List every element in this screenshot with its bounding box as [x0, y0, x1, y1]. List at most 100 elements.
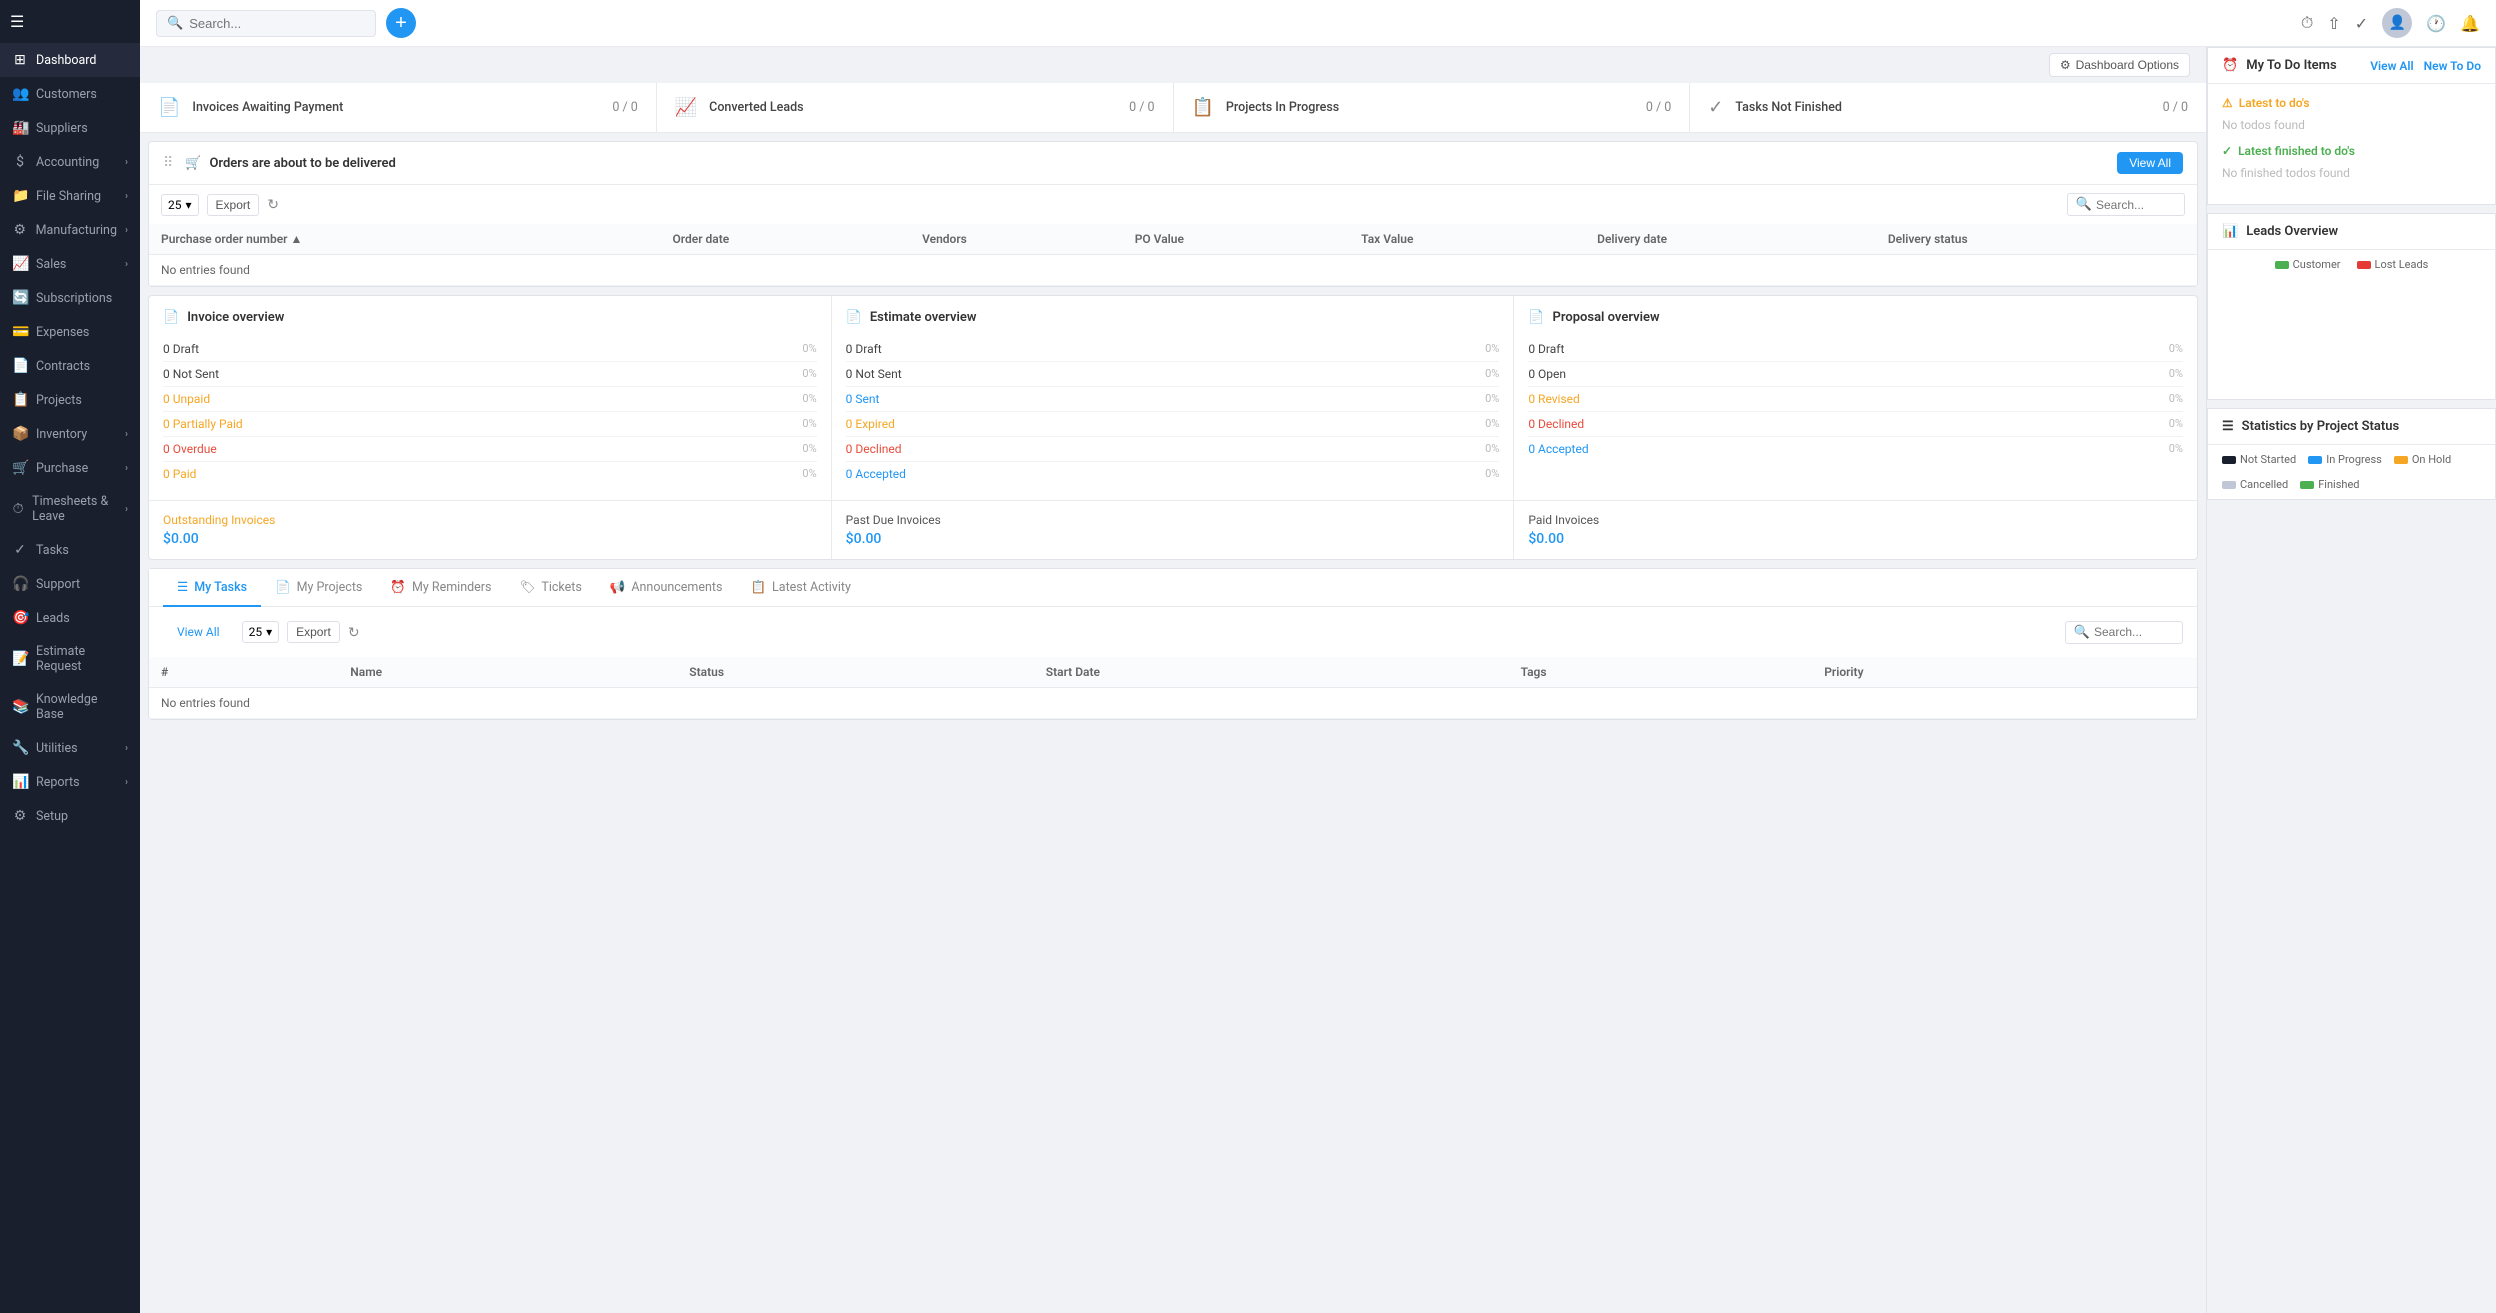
orders-export-button[interactable]: Export: [207, 194, 260, 216]
sidebar-item-utilities[interactable]: 🔧 Utilities ›: [0, 731, 140, 765]
tab-icon-tickets: 🏷: [519, 580, 535, 595]
leads-overview-header: 📊 Leads Overview: [2208, 214, 2495, 250]
sidebar-item-purchase[interactable]: 🛒 Purchase ›: [0, 451, 140, 485]
orders-col-0[interactable]: Purchase order number ▲: [149, 224, 661, 255]
sidebar-item-knowledge-base[interactable]: 📚 Knowledge Base: [0, 683, 140, 731]
sidebar-item-customers[interactable]: 👥 Customers: [0, 77, 140, 111]
sidebar-item-setup[interactable]: ⚙ Setup: [0, 799, 140, 833]
sidebar-item-contracts[interactable]: 📄 Contracts: [0, 349, 140, 383]
sidebar-item-label-expenses: Expenses: [36, 325, 89, 340]
sidebar-item-support[interactable]: 🎧 Support: [0, 567, 140, 601]
orders-section-header: ⠿ 🛒 Orders are about to be delivered Vie…: [149, 142, 2197, 185]
sidebar-item-estimate-request[interactable]: 📝 Estimate Request: [0, 635, 140, 683]
stat-card-label-0: Invoices Awaiting Payment: [192, 100, 343, 115]
tasks-count-select[interactable]: 25 ▾: [242, 621, 280, 643]
orders-table: Purchase order number ▲Order dateVendors…: [149, 224, 2197, 286]
stat-card-icon-3: ✓: [1708, 97, 1723, 118]
overview-row-0-5: 0 Paid 0%: [163, 462, 817, 486]
stat-card-0[interactable]: 📄 Invoices Awaiting Payment 0 / 0: [140, 83, 657, 132]
orders-search-input[interactable]: [2096, 198, 2176, 212]
orders-search[interactable]: 🔍: [2067, 193, 2185, 216]
drag-handle[interactable]: ⠿: [163, 155, 173, 171]
bell-icon[interactable]: 🔔: [2460, 14, 2480, 33]
sidebar-item-reports[interactable]: 📊 Reports ›: [0, 765, 140, 799]
tasks-search-input[interactable]: [2094, 625, 2174, 639]
sidebar-item-label-manufacturing: Manufacturing: [36, 223, 117, 238]
orders-count-select[interactable]: 25 ▾: [161, 194, 199, 216]
warning-icon: ⚠: [2222, 96, 2233, 110]
dashboard-options-button[interactable]: ⚙ Dashboard Options: [2049, 53, 2190, 77]
add-button[interactable]: +: [386, 8, 416, 38]
sidebar-item-suppliers[interactable]: 🏭 Suppliers: [0, 111, 140, 145]
overview-label-1-5[interactable]: 0 Accepted: [846, 467, 906, 481]
overview-label-0-5[interactable]: 0 Paid: [163, 467, 196, 481]
tasks-col-1: Name: [338, 657, 677, 688]
overview-label-1-3[interactable]: 0 Expired: [846, 417, 895, 431]
tasks-search[interactable]: 🔍: [2065, 621, 2183, 644]
overview-label-2-4[interactable]: 0 Accepted: [1528, 442, 1588, 456]
chevron-down-icon: ▾: [186, 198, 192, 212]
tasks-col-4: Tags: [1509, 657, 1813, 688]
sidebar-item-inventory[interactable]: 📦 Inventory ›: [0, 417, 140, 451]
todo-new-link[interactable]: New To Do: [2424, 59, 2481, 73]
stat-card-value-2: 0 / 0: [1646, 100, 1671, 115]
tasks-refresh-button[interactable]: ↻: [348, 624, 360, 641]
overview-label-2-2[interactable]: 0 Revised: [1528, 392, 1579, 406]
stat-card-1[interactable]: 📈 Converted Leads 0 / 0: [657, 83, 1174, 132]
hamburger-icon[interactable]: ☰: [10, 12, 24, 31]
search-box[interactable]: 🔍: [156, 10, 376, 37]
orders-refresh-button[interactable]: ↻: [267, 196, 279, 213]
tab-icon-announcements: 📢: [610, 580, 626, 595]
overview-percent-0-2: 0%: [802, 392, 816, 406]
task-tab-my-tasks[interactable]: ☰My Tasks: [163, 569, 261, 607]
overview-label-1-4[interactable]: 0 Declined: [846, 442, 902, 456]
tasks-view-all-link[interactable]: View All: [163, 615, 234, 649]
avatar[interactable]: 👤: [2382, 8, 2412, 38]
search-input[interactable]: [189, 16, 365, 31]
sidebar-item-subscriptions[interactable]: 🔄 Subscriptions: [0, 281, 140, 315]
sidebar-item-projects[interactable]: 📋 Projects: [0, 383, 140, 417]
sort-icon: ▲: [290, 232, 302, 246]
task-tab-announcements[interactable]: 📢Announcements: [596, 570, 737, 607]
overview-label-1-2[interactable]: 0 Sent: [846, 392, 880, 406]
sidebar-item-tasks[interactable]: ✓ Tasks: [0, 533, 140, 567]
check-icon[interactable]: ✓: [2355, 14, 2368, 33]
sidebar-item-manufacturing[interactable]: ⚙ Manufacturing ›: [0, 213, 140, 247]
arrow-icon-sales: ›: [125, 259, 128, 270]
history-icon[interactable]: ⏱: [2301, 13, 2313, 33]
overview-label-0-4[interactable]: 0 Overdue: [163, 442, 217, 456]
sidebar-item-file-sharing[interactable]: 📁 File Sharing ›: [0, 179, 140, 213]
sidebar-item-dashboard[interactable]: ⊞ Dashboard: [0, 43, 140, 77]
sidebar-item-label-contracts: Contracts: [36, 359, 90, 374]
task-tab-latest-activity[interactable]: 📋Latest Activity: [736, 570, 864, 607]
todo-view-all-link[interactable]: View All: [2370, 59, 2413, 73]
overview-col-2: 📄Proposal overview 0 Draft 0% 0 Open 0% …: [1514, 296, 2197, 500]
clock-icon[interactable]: 🕐: [2426, 14, 2446, 33]
orders-view-all-button[interactable]: View All: [2117, 152, 2183, 174]
overview-row-1-1: 0 Not Sent 0%: [846, 362, 1500, 387]
overview-label-0-3[interactable]: 0 Partially Paid: [163, 417, 243, 431]
sidebar-item-sales[interactable]: 📈 Sales ›: [0, 247, 140, 281]
sidebar-item-timesheets[interactable]: ⏱ Timesheets & Leave ›: [0, 485, 140, 533]
stat-card-label-1: Converted Leads: [709, 100, 803, 115]
task-tab-my-projects[interactable]: 📄My Projects: [261, 570, 376, 607]
sidebar-item-label-projects: Projects: [36, 393, 82, 408]
sidebar-item-accounting[interactable]: $ Accounting ›: [0, 145, 140, 179]
sales-icon: 📈: [12, 256, 28, 272]
todo-widget-body: ⚠ Latest to do's No todos found ✓ Latest…: [2208, 84, 2495, 204]
overview-label-2-3[interactable]: 0 Declined: [1528, 417, 1584, 431]
overview-row-0-2: 0 Unpaid 0%: [163, 387, 817, 412]
tasks-export-button[interactable]: Export: [287, 621, 340, 643]
share-icon[interactable]: ⇧: [2327, 14, 2340, 33]
topbar: 🔍 + ⏱ ⇧ ✓ 👤 🕐 🔔: [140, 0, 2496, 47]
sidebar-item-expenses[interactable]: 💳 Expenses: [0, 315, 140, 349]
tasks-col-3: Start Date: [1034, 657, 1509, 688]
customers-icon: 👥: [12, 86, 28, 102]
orders-col-3: PO Value: [1123, 224, 1349, 255]
stat-card-3[interactable]: ✓ Tasks Not Finished 0 / 0: [1690, 83, 2206, 132]
task-tab-tickets[interactable]: 🏷Tickets: [505, 570, 595, 607]
task-tab-my-reminders[interactable]: ⏰My Reminders: [376, 570, 505, 607]
sidebar-item-leads[interactable]: 🎯 Leads: [0, 601, 140, 635]
overview-label-0-2[interactable]: 0 Unpaid: [163, 392, 210, 406]
stat-card-2[interactable]: 📋 Projects In Progress 0 / 0: [1174, 83, 1691, 132]
